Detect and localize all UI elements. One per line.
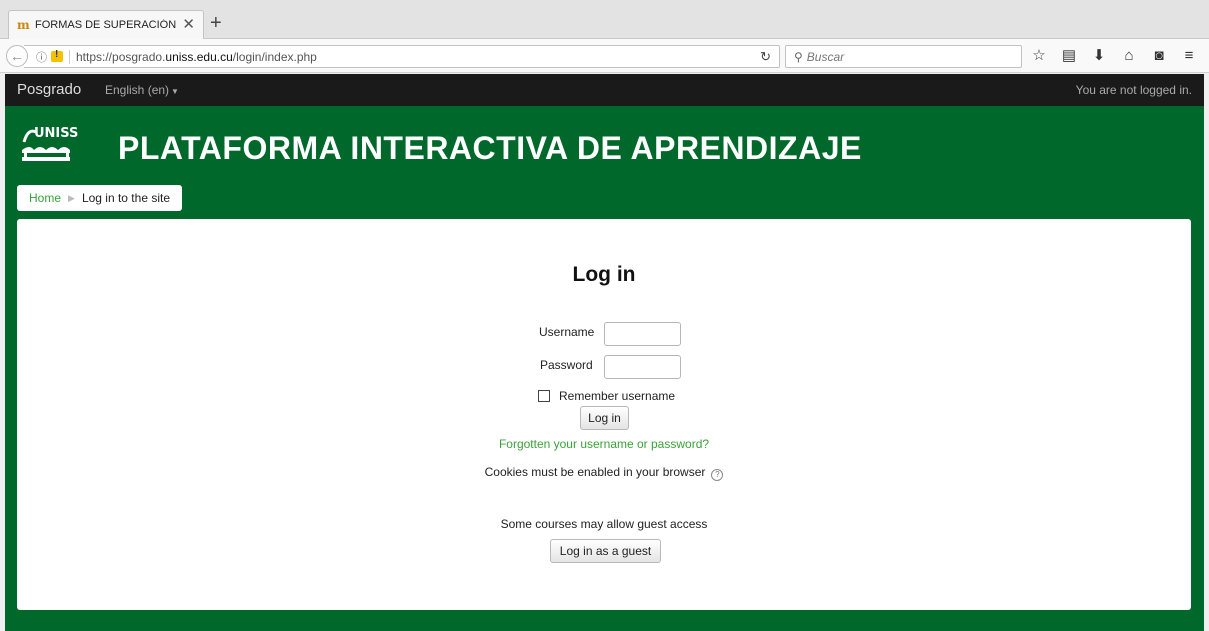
- search-placeholder: Buscar: [806, 49, 845, 64]
- brand-link[interactable]: Posgrado: [17, 81, 81, 98]
- username-label: Username: [539, 325, 595, 339]
- url-prefix: https://posgrado.: [76, 49, 166, 64]
- search-input[interactable]: ⚲ Buscar: [785, 45, 1022, 68]
- bookmark-star-icon[interactable]: ☆: [1030, 47, 1048, 65]
- breadcrumb-separator-icon: ▶: [68, 192, 75, 203]
- back-arrow-icon[interactable]: ←: [6, 45, 28, 67]
- cookies-note-text: Cookies must be enabled in your browser: [484, 465, 706, 479]
- insecure-lock-icon[interactable]: [51, 49, 63, 62]
- moodle-favicon-icon: m: [17, 18, 30, 32]
- remember-username-checkbox[interactable]: [538, 390, 550, 402]
- language-label: English (en): [105, 83, 170, 97]
- guest-access-note: Some courses may allow guest access: [500, 517, 708, 531]
- forgot-password-link[interactable]: Forgotten your username or password?: [17, 437, 1191, 451]
- close-tab-icon[interactable]: ✕: [182, 17, 195, 32]
- login-button[interactable]: Log in: [580, 406, 629, 430]
- guest-login-button[interactable]: Log in as a guest: [550, 539, 661, 563]
- login-status: You are not logged in.: [1075, 83, 1192, 97]
- search-icon: ⚲: [794, 49, 803, 64]
- download-icon[interactable]: ⬇: [1090, 47, 1108, 65]
- url-path: /login/index.php: [232, 49, 317, 64]
- breadcrumb: Home ▶ Log in to the site: [17, 185, 182, 211]
- site-title: PLATAFORMA INTERACTIVA DE APRENDIZAJE: [118, 130, 862, 166]
- help-icon[interactable]: ?: [711, 469, 724, 481]
- browser-tab[interactable]: m FORMAS DE SUPERACIÓN... ✕: [8, 10, 204, 39]
- uniss-logo: UNISS: [20, 124, 82, 174]
- password-label: Password: [540, 358, 593, 372]
- cookies-note: Cookies must be enabled in your browser?: [17, 465, 1191, 481]
- password-field[interactable]: [604, 355, 681, 379]
- username-field[interactable]: [604, 322, 681, 346]
- login-card: Log in Username Password Remember userna…: [17, 219, 1191, 610]
- url-separator: [69, 49, 70, 64]
- logo-text: UNISS: [34, 126, 79, 141]
- page-body: Posgrado English (en) ▼ You are not logge…: [5, 74, 1204, 631]
- login-heading: Log in: [572, 263, 636, 286]
- info-icon[interactable]: ⓘ: [36, 49, 47, 65]
- reading-list-icon[interactable]: ▤: [1060, 47, 1078, 65]
- browser-nav-bar: ⓘ https://posgrado.uniss.edu.cu/login/in…: [0, 39, 1209, 73]
- browser-tab-strip: m FORMAS DE SUPERACIÓN... ✕ +: [0, 0, 1209, 39]
- remember-username-label: Remember username: [559, 389, 676, 403]
- toolbar-icons: ☆ ▤ ⬇ ⌂ ◙ ≡: [1030, 47, 1198, 65]
- new-tab-button[interactable]: +: [210, 12, 222, 34]
- url-domain: uniss.edu.cu: [165, 49, 233, 64]
- breadcrumb-current: Log in to the site: [81, 191, 170, 205]
- breadcrumb-home-link[interactable]: Home: [29, 191, 61, 205]
- caret-down-icon: ▼: [171, 87, 179, 96]
- language-menu[interactable]: English (en) ▼: [105, 83, 179, 97]
- menu-icon[interactable]: ≡: [1180, 47, 1198, 65]
- home-icon[interactable]: ⌂: [1120, 47, 1138, 65]
- pocket-icon[interactable]: ◙: [1150, 47, 1168, 65]
- top-navbar: Posgrado English (en) ▼ You are not logge…: [5, 74, 1204, 106]
- url-bar[interactable]: ⓘ https://posgrado.uniss.edu.cu/login/in…: [24, 45, 780, 68]
- reload-icon[interactable]: ↻: [760, 49, 771, 65]
- tab-title: FORMAS DE SUPERACIÓN...: [35, 19, 177, 31]
